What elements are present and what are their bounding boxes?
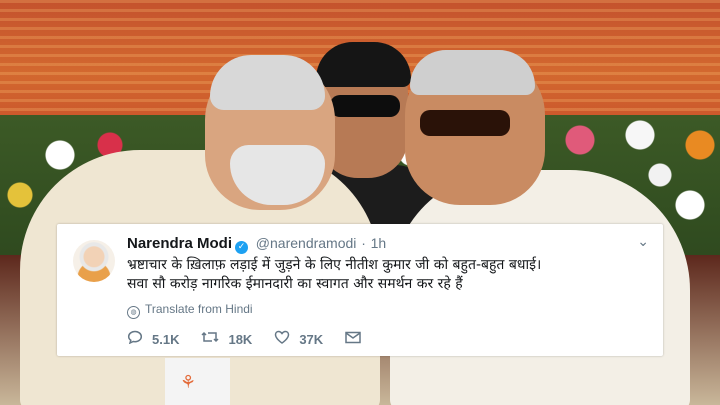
- separator: ·: [361, 235, 366, 251]
- reply-button[interactable]: 5.1K: [127, 330, 179, 348]
- tweet-text-line-2: सवा सौ करोड़ नागरिक ईमानदारी का स्वागत औ…: [127, 276, 463, 292]
- verified-icon: ✓: [235, 241, 249, 254]
- ribbon-card: [165, 358, 230, 405]
- tweet-card[interactable]: Narendra Modi ✓ @narendramodi · 1h ⌄ भ्रष…: [57, 224, 663, 356]
- retweet-button[interactable]: 18K: [201, 330, 252, 348]
- reply-icon: [127, 330, 143, 348]
- like-icon: [274, 330, 290, 348]
- tweet-text-line-1: भ्रष्टाचार के ख़िलाफ़ लड़ाई में जुड़ने क…: [127, 257, 542, 273]
- message-icon: [345, 331, 361, 348]
- globe-icon: ◍: [127, 306, 140, 319]
- guard-hair: [316, 42, 411, 87]
- avatar[interactable]: [73, 240, 115, 282]
- bow-decoration: ⚘: [180, 372, 197, 393]
- author-name[interactable]: Narendra Modi: [127, 235, 232, 252]
- tweet-header: Narendra Modi ✓ @narendramodi · 1h: [127, 234, 386, 254]
- tweet-text: भ्रष्टाचार के ख़िलाफ़ लड़ाई में जुड़ने क…: [127, 256, 652, 294]
- timestamp[interactable]: 1h: [371, 235, 387, 251]
- reply-count: 5.1K: [152, 331, 180, 347]
- like-button[interactable]: 37K: [274, 330, 323, 348]
- message-button[interactable]: [345, 331, 370, 348]
- author-handle[interactable]: @narendramodi: [256, 235, 357, 251]
- right-person-hair: [410, 50, 535, 95]
- tweet-actions: 5.1K 18K 37K: [127, 330, 392, 348]
- chevron-down-icon[interactable]: ⌄: [637, 234, 649, 250]
- retweet-count: 18K: [228, 331, 253, 347]
- right-person-glasses: [420, 110, 510, 136]
- guard-sunglasses: [330, 95, 400, 117]
- like-count: 37K: [299, 331, 324, 347]
- translate-label: Translate from Hindi: [145, 302, 253, 316]
- left-person-hair: [210, 55, 325, 110]
- translate-link[interactable]: ◍ Translate from Hindi: [127, 302, 253, 319]
- retweet-icon: [201, 330, 219, 348]
